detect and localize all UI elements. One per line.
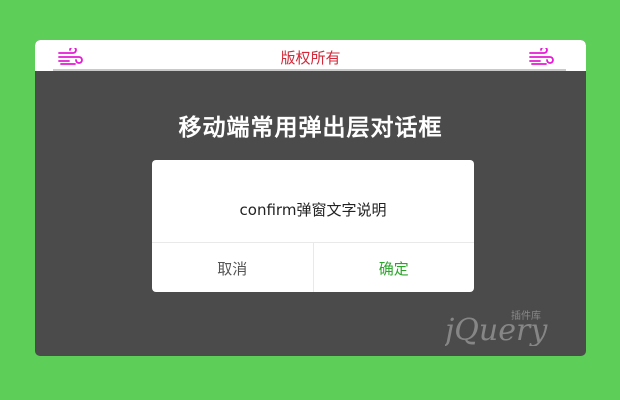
dialog-button-row: 取消 确定 (152, 242, 474, 292)
wind-icon[interactable] (528, 48, 554, 66)
watermark-subtext: 插件库 (511, 309, 541, 322)
dialog-message: confirm弹窗文字说明 (239, 201, 387, 219)
confirm-button[interactable]: 确定 (314, 243, 475, 292)
confirm-dialog: confirm弹窗文字说明 取消 确定 (152, 160, 474, 292)
demo-frame: 版权所有 移动端常用弹出层对话框 confirm弹窗文字说明 取消 确定 jQu… (35, 40, 586, 356)
page-heading: 移动端常用弹出层对话框 (178, 115, 443, 141)
copyright-title: 版权所有 (280, 49, 341, 67)
cancel-button[interactable]: 取消 (152, 243, 314, 292)
topbar-divider (53, 69, 566, 71)
jquery-watermark: jQuery 插件库 (445, 309, 548, 346)
top-bar: 版权所有 (35, 40, 586, 71)
